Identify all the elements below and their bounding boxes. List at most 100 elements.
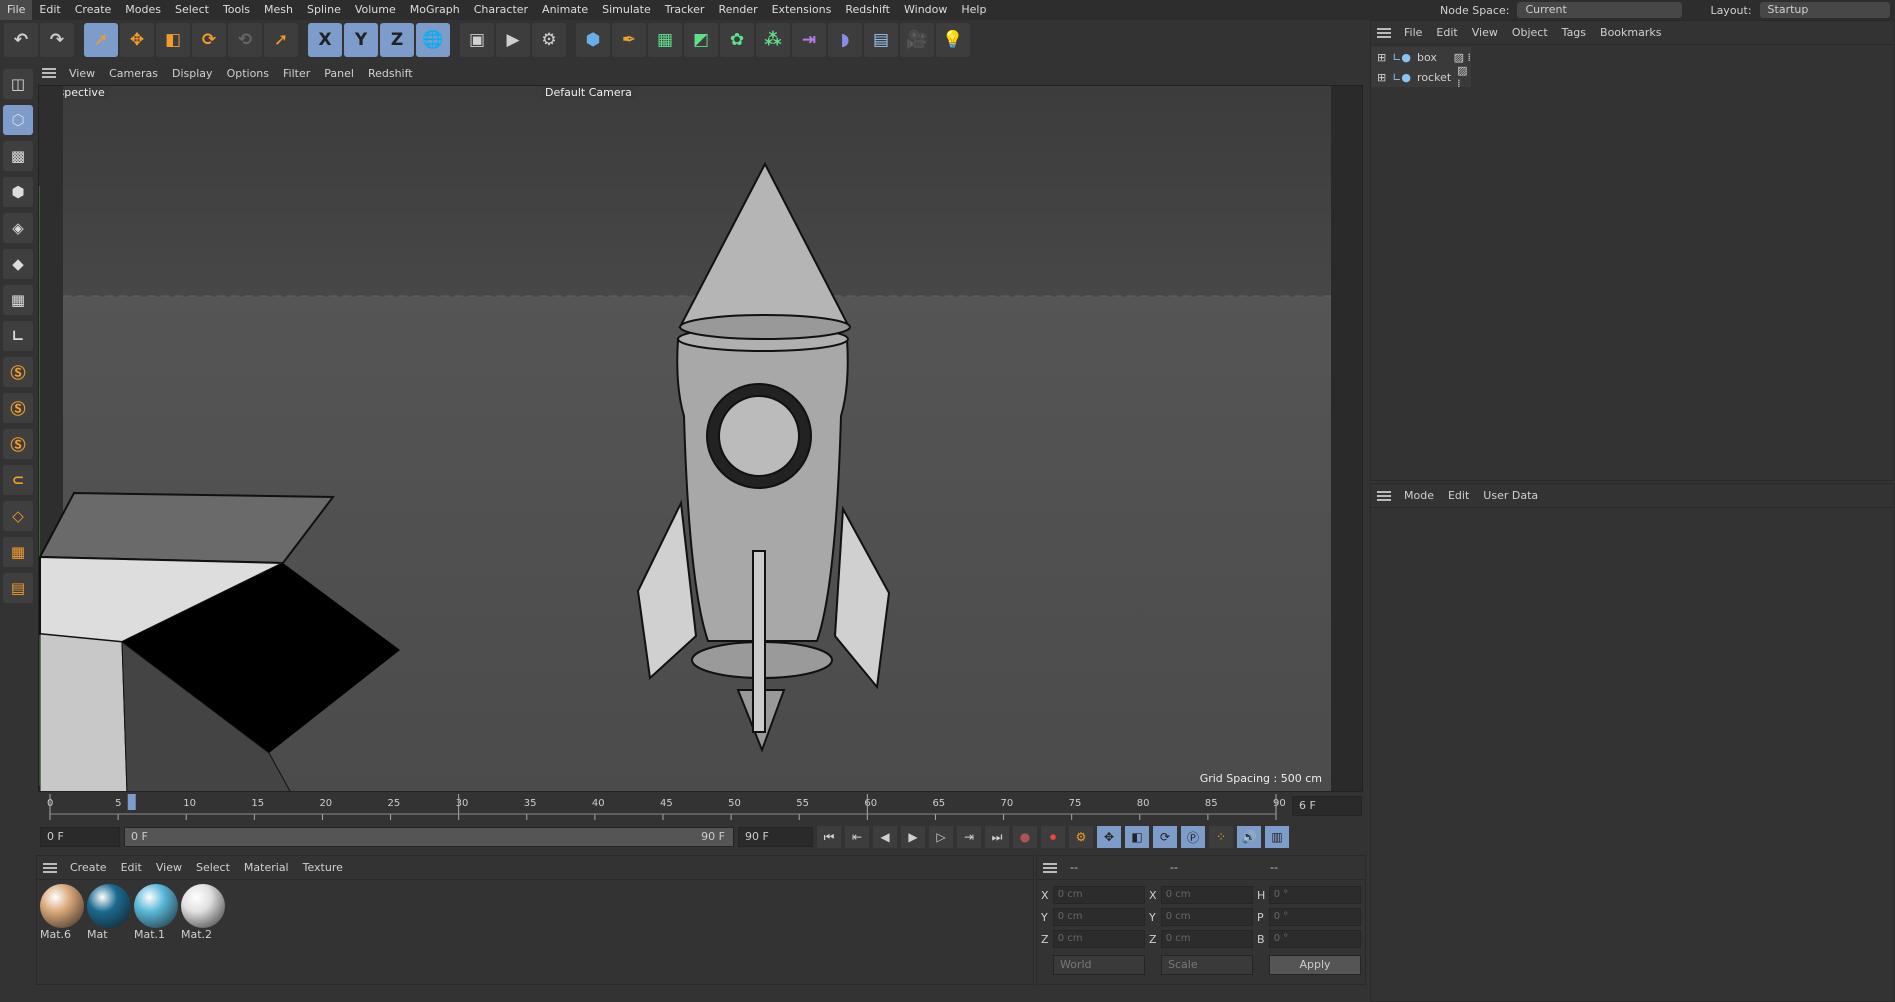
- next-key-icon[interactable]: ⇥: [957, 826, 981, 848]
- solo-off-icon[interactable]: Ⓢ: [3, 429, 33, 459]
- menu-window[interactable]: Window: [897, 0, 954, 20]
- sound-icon[interactable]: 🔊: [1237, 826, 1261, 848]
- film-icon[interactable]: ▥: [1265, 826, 1289, 848]
- hamburger-icon[interactable]: [42, 68, 56, 78]
- node-space-dropdown[interactable]: Current (Standard/Physical): [1517, 2, 1683, 32]
- coord-space-dropdown[interactable]: World: [1053, 955, 1145, 975]
- menu-mograph[interactable]: MoGraph: [403, 0, 467, 20]
- solo-icon[interactable]: Ⓢ: [3, 357, 33, 387]
- coord-field[interactable]: 0 cm: [1160, 886, 1253, 904]
- material-menu-select[interactable]: Select: [189, 861, 237, 874]
- material-swatch[interactable]: Mat: [87, 884, 131, 941]
- subdivision-icon[interactable]: ▦: [648, 23, 682, 57]
- autokey-icon[interactable]: ⏺: [1041, 826, 1065, 848]
- y-axis-icon[interactable]: Y: [344, 23, 378, 57]
- last-tool-icon[interactable]: ➚: [264, 23, 298, 57]
- viewport-menu-options[interactable]: Options: [220, 67, 276, 80]
- range-slider[interactable]: 0 F 90 F: [124, 827, 734, 847]
- rotate-icon[interactable]: ⟳: [192, 23, 226, 57]
- texture-mode-icon[interactable]: ▩: [3, 141, 33, 171]
- coord-mode-dropdown[interactable]: Scale: [1161, 955, 1253, 975]
- current-frame-field[interactable]: 6 F: [1292, 796, 1362, 816]
- material-menu-edit[interactable]: Edit: [114, 861, 149, 874]
- menu-select[interactable]: Select: [168, 0, 216, 20]
- visibility-toggle-icon[interactable]: ▨ ⁞: [1457, 64, 1471, 90]
- menu-mesh[interactable]: Mesh: [257, 0, 300, 20]
- menu-character[interactable]: Character: [467, 0, 535, 20]
- extrude-icon[interactable]: ◩: [684, 23, 718, 57]
- hamburger-icon[interactable]: [1377, 27, 1391, 38]
- object-menu-edit[interactable]: Edit: [1429, 26, 1464, 39]
- expand-icon[interactable]: ⊞: [1377, 51, 1386, 64]
- play-icon[interactable]: ▶: [901, 826, 925, 848]
- key-parameter-icon[interactable]: Ⓟ: [1181, 826, 1205, 848]
- menu-tracker[interactable]: Tracker: [658, 0, 712, 20]
- select-live-icon[interactable]: ➚: [84, 23, 118, 57]
- coord-field[interactable]: 0 °: [1268, 908, 1361, 926]
- menu-edit[interactable]: Edit: [32, 0, 67, 20]
- coordinate-system-icon[interactable]: 🌐: [416, 23, 450, 57]
- material-swatch[interactable]: Mat.6: [40, 884, 84, 941]
- field-icon[interactable]: ◗: [828, 23, 862, 57]
- next-frame-icon[interactable]: ▷: [929, 826, 953, 848]
- coord-field[interactable]: 0 cm: [1160, 930, 1253, 948]
- attributes-menu-edit[interactable]: Edit: [1441, 489, 1476, 502]
- hamburger-icon[interactable]: [43, 862, 57, 873]
- material-preview[interactable]: [134, 884, 178, 928]
- record-icon[interactable]: ●: [1013, 826, 1037, 848]
- apply-button[interactable]: Apply: [1269, 955, 1361, 975]
- end-frame-field[interactable]: 90 F: [738, 827, 813, 847]
- visibility-toggle-icon[interactable]: ▨ ⁞: [1454, 51, 1471, 64]
- viewport-menu-cameras[interactable]: Cameras: [102, 67, 165, 80]
- menu-animate[interactable]: Animate: [535, 0, 595, 20]
- layout-dropdown[interactable]: Startup: [1759, 2, 1890, 18]
- expand-icon[interactable]: ⊞: [1377, 71, 1386, 84]
- uv-mode-icon[interactable]: ▦: [3, 285, 33, 315]
- viewport-menu-redshift[interactable]: Redshift: [361, 67, 420, 80]
- grid-lock-icon[interactable]: ▦: [3, 537, 33, 567]
- object-menu-bookmarks[interactable]: Bookmarks: [1593, 26, 1668, 39]
- key-position-icon[interactable]: ✥: [1097, 826, 1121, 848]
- object-menu-tags[interactable]: Tags: [1555, 26, 1593, 39]
- previous-key-icon[interactable]: ⇤: [845, 826, 869, 848]
- object-name[interactable]: box: [1417, 51, 1437, 64]
- previous-frame-icon[interactable]: ◀: [873, 826, 897, 848]
- material-menu-material[interactable]: Material: [237, 861, 296, 874]
- menu-redshift[interactable]: Redshift: [838, 0, 897, 20]
- menu-volume[interactable]: Volume: [348, 0, 403, 20]
- attributes-menu-user-data[interactable]: User Data: [1476, 489, 1545, 502]
- z-axis-icon[interactable]: Z: [380, 23, 414, 57]
- viewport-menu-view[interactable]: View: [62, 67, 102, 80]
- menu-extensions[interactable]: Extensions: [765, 0, 839, 20]
- render-picture-viewer-icon[interactable]: ▶: [496, 23, 530, 57]
- coord-field[interactable]: 0 °: [1268, 930, 1361, 948]
- camera-icon[interactable]: 🎥: [900, 23, 934, 57]
- menu-tools[interactable]: Tools: [216, 0, 257, 20]
- start-frame-field[interactable]: 0 F: [40, 827, 120, 847]
- object-row-box[interactable]: ⊞ ∟● box ▨ ⁞: [1371, 47, 1471, 67]
- material-preview[interactable]: [40, 884, 84, 928]
- model-mode-icon[interactable]: ⬡: [3, 105, 33, 135]
- material-preview[interactable]: [181, 884, 225, 928]
- menu-create[interactable]: Create: [68, 0, 119, 20]
- object-menu-view[interactable]: View: [1465, 26, 1505, 39]
- material-menu-texture[interactable]: Texture: [296, 861, 350, 874]
- material-swatch[interactable]: Mat.1: [134, 884, 178, 941]
- keyframe-selection-icon[interactable]: ⚙: [1069, 826, 1093, 848]
- psr-icon[interactable]: ⟲: [228, 23, 262, 57]
- deformer-icon[interactable]: ⇥: [792, 23, 826, 57]
- material-menu-view[interactable]: View: [149, 861, 189, 874]
- object-menu-object[interactable]: Object: [1505, 26, 1555, 39]
- edges-mode-icon[interactable]: ◈: [3, 213, 33, 243]
- menu-simulate[interactable]: Simulate: [595, 0, 658, 20]
- coord-field[interactable]: 0 cm: [1052, 908, 1145, 926]
- pen-icon[interactable]: ✒: [612, 23, 646, 57]
- render-view-icon[interactable]: ▣: [460, 23, 494, 57]
- hamburger-icon[interactable]: [1377, 490, 1391, 501]
- render-settings-icon[interactable]: ⚙: [532, 23, 566, 57]
- material-preview[interactable]: [87, 884, 131, 928]
- material-menu-create[interactable]: Create: [63, 861, 114, 874]
- polygons-mode-icon[interactable]: ◆: [3, 249, 33, 279]
- object-name[interactable]: rocket: [1417, 71, 1451, 84]
- cube-icon[interactable]: ⬢: [576, 23, 610, 57]
